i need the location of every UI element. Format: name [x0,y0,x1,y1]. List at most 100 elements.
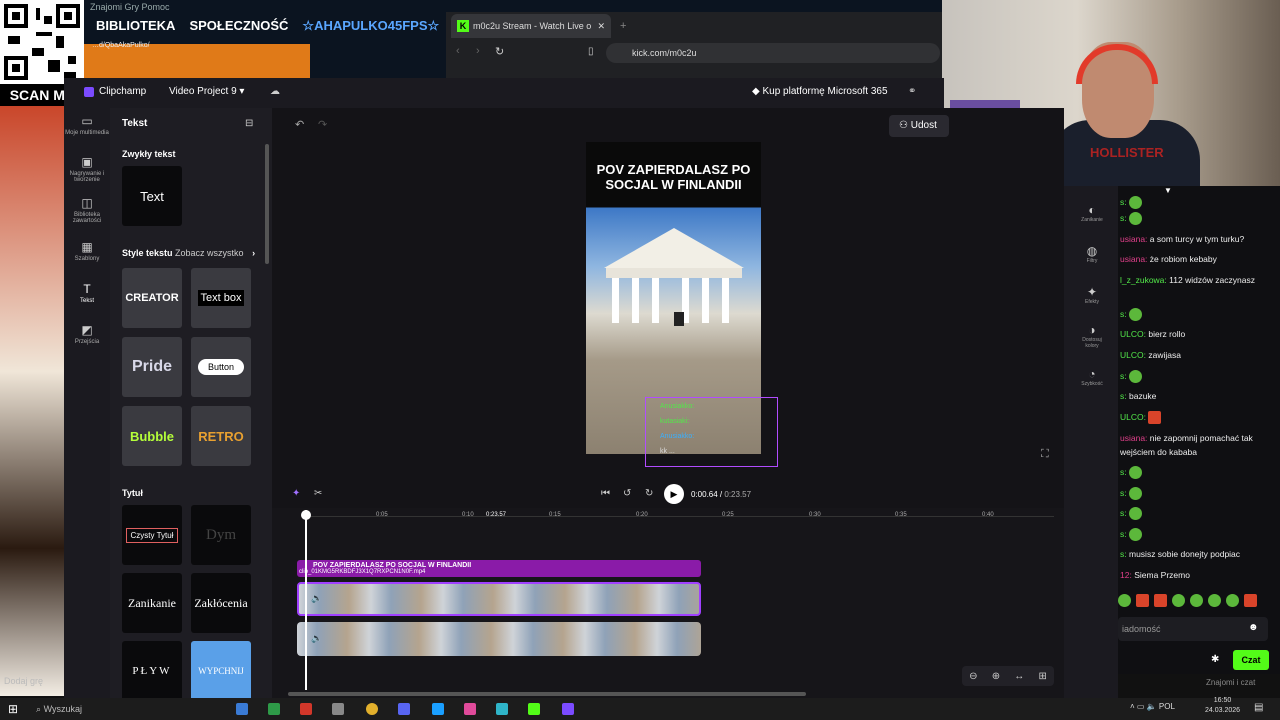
magic-icon[interactable]: ✦ [292,488,300,499]
back-icon[interactable]: ‹ [456,45,460,57]
steam-menu[interactable]: Znajomi Gry Pomoc [90,2,170,12]
notifications-icon[interactable]: ▤ [1254,702,1263,713]
rail-text[interactable]: T Tekst [64,282,110,304]
bookmark-icon[interactable]: ▯ [588,46,594,57]
project-name[interactable]: Video Project 9 ▾ [169,86,244,97]
chat-user[interactable]: s: [1120,508,1127,518]
title-tile-smoke[interactable]: Dym [191,505,251,565]
emote-icon[interactable] [1244,594,1257,607]
add-game-button[interactable]: Dodaj grę [4,676,43,686]
fullscreen-icon[interactable]: ⛶ [1041,448,1049,461]
chat-user[interactable]: s: [1120,529,1127,539]
title-tile-glitch[interactable]: Zakłócenia [191,573,251,633]
emote-icon[interactable] [1190,594,1203,607]
chat-user[interactable]: s: [1120,309,1127,319]
taskbar-search[interactable]: ⌕ Wyszukaj [36,700,226,718]
taskbar-app-icon[interactable] [464,703,476,715]
rail-templates[interactable]: ▦ Szablony [64,240,110,262]
emote-icon[interactable] [1226,594,1239,607]
rail-speed[interactable]: ◔ Szybkość [1076,367,1108,387]
chat-user[interactable]: usiana: [1120,433,1147,443]
new-tab-icon[interactable]: + [620,20,626,32]
video-title-text[interactable]: POV ZAPIERDALASZ PO SOCJAL W FINLANDII [586,162,761,192]
emote-icon[interactable] [1172,594,1185,607]
chevron-right-icon[interactable]: › [252,248,255,258]
chat-user[interactable]: usiana: [1120,254,1147,264]
link-icon[interactable]: ⚭ [908,86,916,97]
chat-user[interactable]: s: [1120,467,1127,477]
emote-icon[interactable] [1154,594,1167,607]
language-indicator[interactable]: POL [1159,702,1175,711]
volume-icon[interactable]: 🔈 [1147,702,1157,711]
split-icon[interactable]: ✂ [314,488,322,499]
fit-icon[interactable]: ↔ [1014,671,1024,682]
nav-community[interactable]: SPOŁECZNOŚĆ [189,18,288,34]
rail-record[interactable]: ▣ Nagrywanie i tworzenie [64,155,110,183]
chat-user[interactable]: s: [1120,197,1127,207]
clipchamp-taskbar-icon[interactable] [562,703,574,715]
rail-filters[interactable]: ◍ Filtry [1076,244,1108,264]
taskbar-app-icon[interactable] [398,703,410,715]
text-tile-plain[interactable]: Text [122,166,182,226]
taskbar-app-icon[interactable] [496,703,508,715]
volume-icon[interactable]: 🔈 [311,593,322,604]
style-tile-creator[interactable]: CREATOR [122,268,182,328]
chat-user[interactable]: s: [1120,488,1127,498]
playhead-handle[interactable] [301,510,311,520]
rail-effects[interactable]: ✦ Efekty [1076,285,1108,305]
browser-tab[interactable]: K m0c2u Stream - Watch Live o ✕ [451,14,611,38]
collapse-panel-icon[interactable]: ⊟ [245,118,253,129]
chat-user[interactable]: 12: [1120,570,1132,580]
zoom-out-icon[interactable]: ⊖ [969,671,977,682]
chat-user[interactable]: s: [1120,371,1127,381]
address-bar[interactable]: kick.com/m0c2u [606,43,940,63]
rail-colors[interactable]: ◑ Dostosuj kolory [1076,323,1108,349]
style-tile-pride[interactable]: Pride [122,337,182,397]
video-track-clip-selected[interactable] [297,582,701,616]
emote-icon[interactable] [1136,594,1149,607]
taskbar-app-icon[interactable] [268,703,280,715]
chat-user[interactable]: usiana: [1120,234,1147,244]
rail-transitions[interactable]: ◩ Przejścia [64,323,110,345]
style-tile-textbox[interactable]: Text box [191,268,251,328]
redo-icon[interactable]: ↷ [318,118,327,131]
rail-fade[interactable]: ◐ Zanikanie [1076,203,1108,223]
panel-scrollbar[interactable] [265,144,269,264]
title-tile-float[interactable]: PŁYW [122,641,182,701]
chat-input[interactable]: iadomość [1118,617,1268,641]
chevron-down-icon[interactable]: ▼ [1164,186,1172,195]
taskbar-app-icon[interactable] [300,703,312,715]
reload-icon[interactable]: ↻ [495,45,504,58]
see-all-link[interactable]: Zobacz wszystko [175,248,244,258]
chat-user[interactable]: s: [1120,213,1127,223]
chat-user[interactable]: ULCO: [1120,412,1146,422]
playhead[interactable] [305,510,307,690]
emote-icon[interactable] [1118,594,1131,607]
rewind-icon[interactable]: ↺ [623,488,631,499]
emote-icon[interactable] [1208,594,1221,607]
chrome-icon[interactable] [366,703,378,715]
expand-icon[interactable]: ⊞ [1038,671,1046,682]
chat-user[interactable]: s: [1120,391,1127,401]
steam-icon[interactable] [432,703,444,715]
chat-user[interactable]: ULCO: [1120,329,1146,339]
skip-back-icon[interactable]: ⏮ [601,488,610,499]
emoji-icon[interactable]: ☻ [1248,622,1259,633]
taskbar-app-icon[interactable] [528,703,540,715]
video-track-clip[interactable] [297,622,701,656]
zoom-in-icon[interactable]: ⊕ [992,671,1000,682]
rail-media[interactable]: ▭ Moje multimedia [64,114,110,136]
volume-icon[interactable]: 🔈 [311,633,322,644]
style-tile-bubble[interactable]: Bubble [122,406,182,466]
chat-user[interactable]: ULCO: [1120,350,1146,360]
title-tile-push[interactable]: WYPCHNIJ [191,641,251,701]
rail-library[interactable]: ◫ Biblioteka zawartości [64,196,110,224]
play-button[interactable]: ▶ [664,484,684,504]
timeline-scrollbar[interactable] [288,692,806,696]
network-icon[interactable]: ▭ [1137,702,1145,711]
forward-icon[interactable]: › [476,45,480,57]
taskbar-app-icon[interactable] [332,703,344,715]
chevron-up-icon[interactable]: ˄ [1130,702,1135,711]
title-tile-fade[interactable]: Zanikanie [122,573,182,633]
windows-start-icon[interactable]: ⊞ [8,702,18,716]
